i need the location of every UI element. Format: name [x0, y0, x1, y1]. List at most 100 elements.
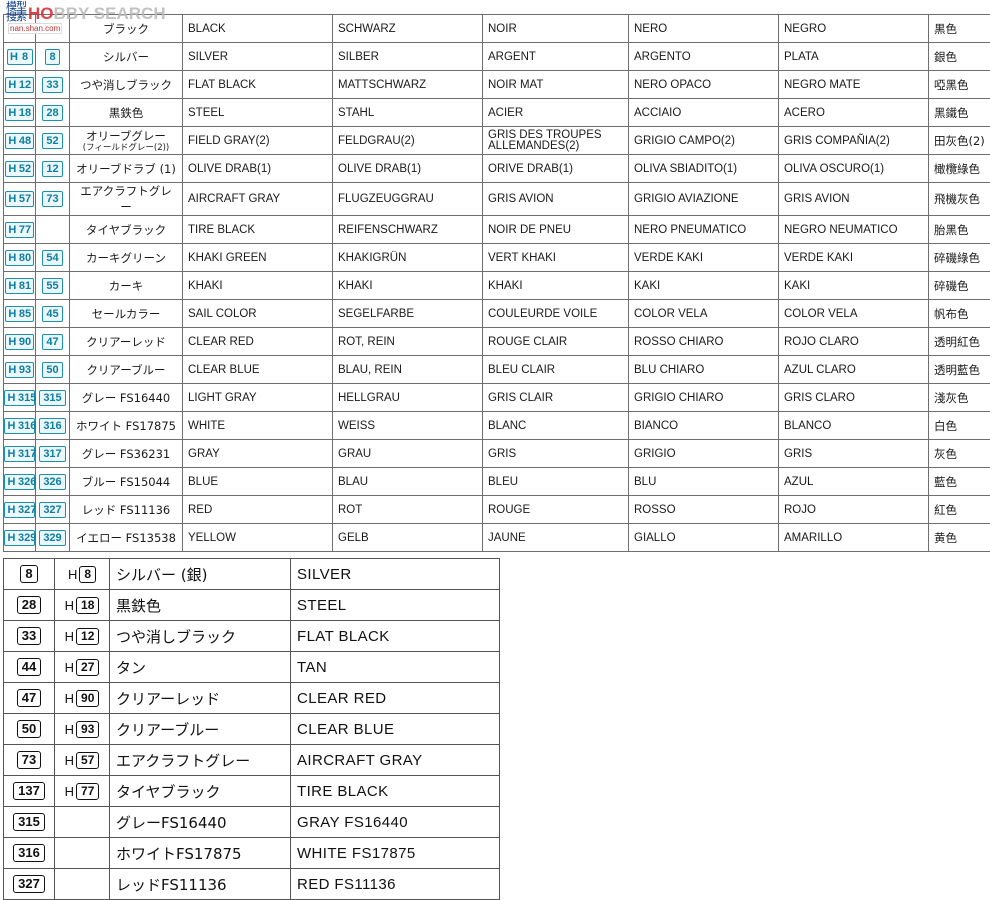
table-row: H77タイヤブラックTIRE BLACKREIFENSCHWARZNOIR DE… — [4, 216, 990, 244]
table-row: H9047クリアーレッドCLEAR REDROT, REINROUGE CLAI… — [4, 328, 990, 356]
color-name-zh: 碎磯綠色 — [929, 244, 990, 272]
color-name-jp: つや消しブラック — [70, 71, 183, 99]
hobby-code-cell: H315 — [4, 384, 36, 412]
color-name-fr: GRIS AVION — [483, 183, 629, 216]
hobby-code-cell: H18 — [55, 590, 110, 621]
color-name-fr: BLANC — [483, 412, 629, 440]
color-name-zh: 黑鐵色 — [929, 99, 990, 127]
color-name-es: ACERO — [779, 99, 929, 127]
mr-color-number-cell: 8 — [4, 559, 55, 590]
watermark-chinese-logo: 模型 搜索 — [6, 2, 26, 22]
color-name-en: WHITE — [183, 412, 333, 440]
watermark-cn-line2: 搜索 — [6, 12, 26, 22]
mr-color-number-cell: 327 — [36, 496, 70, 524]
color-name-jp: レッド FS11136 — [70, 496, 183, 524]
mr-color-number-cell: 44 — [4, 652, 55, 683]
hobby-code-cell: H57 — [4, 183, 36, 216]
color-name-es: NEGRO — [779, 15, 929, 43]
color-name-fr: GRIS — [483, 440, 629, 468]
hobby-code-cell — [55, 807, 110, 838]
color-name-it: ARGENTO — [629, 43, 779, 71]
color-name-it: GRIGIO CHIARO — [629, 384, 779, 412]
color-name-es: VERDE KAKI — [779, 244, 929, 272]
color-name-en: FLAT BLACK — [183, 71, 333, 99]
table-row: H317317グレー FS36231GRAYGRAUGRISGRIGIOGRIS… — [4, 440, 990, 468]
table-row: 316ホワイトFS17875WHITE FS17875 — [4, 838, 500, 869]
hobby-code-cell: H90 — [4, 328, 36, 356]
table-row: H8545セールカラーSAIL COLORSEGELFARBECOULEURDE… — [4, 300, 990, 328]
color-name-es: KAKI — [779, 272, 929, 300]
color-name-en: CLEAR RED — [291, 683, 500, 714]
color-name-en: RED — [183, 496, 333, 524]
mr-color-number-cell: 317 — [36, 440, 70, 468]
color-name-jp: ブルー FS15044 — [70, 468, 183, 496]
mr-color-number-cell: 28 — [4, 590, 55, 621]
color-name-de: MATTSCHWARZ — [333, 71, 483, 99]
color-name-en: STEEL — [291, 590, 500, 621]
watermark-brand: HOBBY SEARCH — [28, 4, 166, 24]
table-row: 28H18黒鉄色STEEL — [4, 590, 500, 621]
mr-color-number-cell: 52 — [36, 127, 70, 155]
color-name-de: HELLGRAU — [333, 384, 483, 412]
hobby-code-cell: H327 — [4, 496, 36, 524]
table-row: H8054カーキグリーンKHAKI GREENKHAKIGRÜNVERT KHA… — [4, 244, 990, 272]
hobby-code-cell: H80 — [4, 244, 36, 272]
color-name-fr: BLEU — [483, 468, 629, 496]
color-name-zh: 藍色 — [929, 468, 990, 496]
mr-color-number-cell: 55 — [36, 272, 70, 300]
mr-color-number-cell: 316 — [36, 412, 70, 440]
color-name-en: TIRE BLACK — [183, 216, 333, 244]
table-row: H1828黒鉄色STEELSTAHLACIERACCIAIOACERO黑鐵色 — [4, 99, 990, 127]
table-row: 137H77タイヤブラックTIRE BLACK — [4, 776, 500, 807]
color-name-it: GRIGIO CAMPO(2) — [629, 127, 779, 155]
color-name-jp: クリアーレッド — [110, 683, 291, 714]
color-name-fr: GRIS DES TROUPES ALLEMANDES(2) — [483, 127, 629, 155]
color-name-en: BLACK — [183, 15, 333, 43]
color-name-en: CLEAR BLUE — [183, 356, 333, 384]
color-name-en: GRAY — [183, 440, 333, 468]
color-name-jp: エアクラフトグレー — [110, 745, 291, 776]
color-name-de: SCHWARZ — [333, 15, 483, 43]
table-row: 50H93クリアーブルーCLEAR BLUE — [4, 714, 500, 745]
color-name-jp: つや消しブラック — [110, 621, 291, 652]
color-name-zh: 黒色 — [929, 15, 990, 43]
color-name-de: SILBER — [333, 43, 483, 71]
color-name-fr: GRIS CLAIR — [483, 384, 629, 412]
hobby-code-cell — [55, 869, 110, 900]
color-name-zh: 田灰色(2) — [929, 127, 990, 155]
color-name-zh: 帆布色 — [929, 300, 990, 328]
color-name-it: ROSSO CHIARO — [629, 328, 779, 356]
table-row: 47H90クリアーレッドCLEAR RED — [4, 683, 500, 714]
color-name-zh: 淺灰色 — [929, 384, 990, 412]
color-name-jp: シルバー (銀) — [110, 559, 291, 590]
table-row: 8H8シルバー (銀)SILVER — [4, 559, 500, 590]
color-name-de: WEISS — [333, 412, 483, 440]
hobby-code-cell: H329 — [4, 524, 36, 552]
table-row: H326326ブルー FS15044BLUEBLAUBLEUBLUAZUL藍色 — [4, 468, 990, 496]
color-name-jp: エアクラフトグレー — [70, 183, 183, 216]
color-name-jp: タイヤブラック — [110, 776, 291, 807]
color-name-en: KHAKI — [183, 272, 333, 300]
hobby-code-cell: H326 — [4, 468, 36, 496]
color-name-de: REIFENSCHWARZ — [333, 216, 483, 244]
mr-color-number-cell: 73 — [4, 745, 55, 776]
color-name-en: SILVER — [291, 559, 500, 590]
table-row: H9350クリアーブルーCLEAR BLUEBLAU, REINBLEU CLA… — [4, 356, 990, 384]
hobby-code-cell: H93 — [4, 356, 36, 384]
hobby-code-cell: H8 — [55, 559, 110, 590]
color-name-it: ROSSO — [629, 496, 779, 524]
hobby-code-cell: H57 — [55, 745, 110, 776]
mr-color-number-cell: 45 — [36, 300, 70, 328]
table-row: H329329イエロー FS13538YELLOWGELBJAUNEGIALLO… — [4, 524, 990, 552]
hobby-code-cell: H317 — [4, 440, 36, 468]
color-name-zh: 紅色 — [929, 496, 990, 524]
color-name-jp: 黒鉄色 — [110, 590, 291, 621]
table-row: H5212オリーブドラブ (1)OLIVE DRAB(1)OLIVE DRAB(… — [4, 155, 990, 183]
mr-color-number-cell: 47 — [36, 328, 70, 356]
color-name-it: GRIGIO — [629, 440, 779, 468]
mr-color-number-cell — [36, 216, 70, 244]
color-name-en: YELLOW — [183, 524, 333, 552]
color-name-es: AZUL CLARO — [779, 356, 929, 384]
paint-color-multilingual-table: ブラックBLACKSCHWARZNOIRNERONEGRO黒色H88シルバーSI… — [3, 14, 990, 552]
color-name-es: GRIS AVION — [779, 183, 929, 216]
